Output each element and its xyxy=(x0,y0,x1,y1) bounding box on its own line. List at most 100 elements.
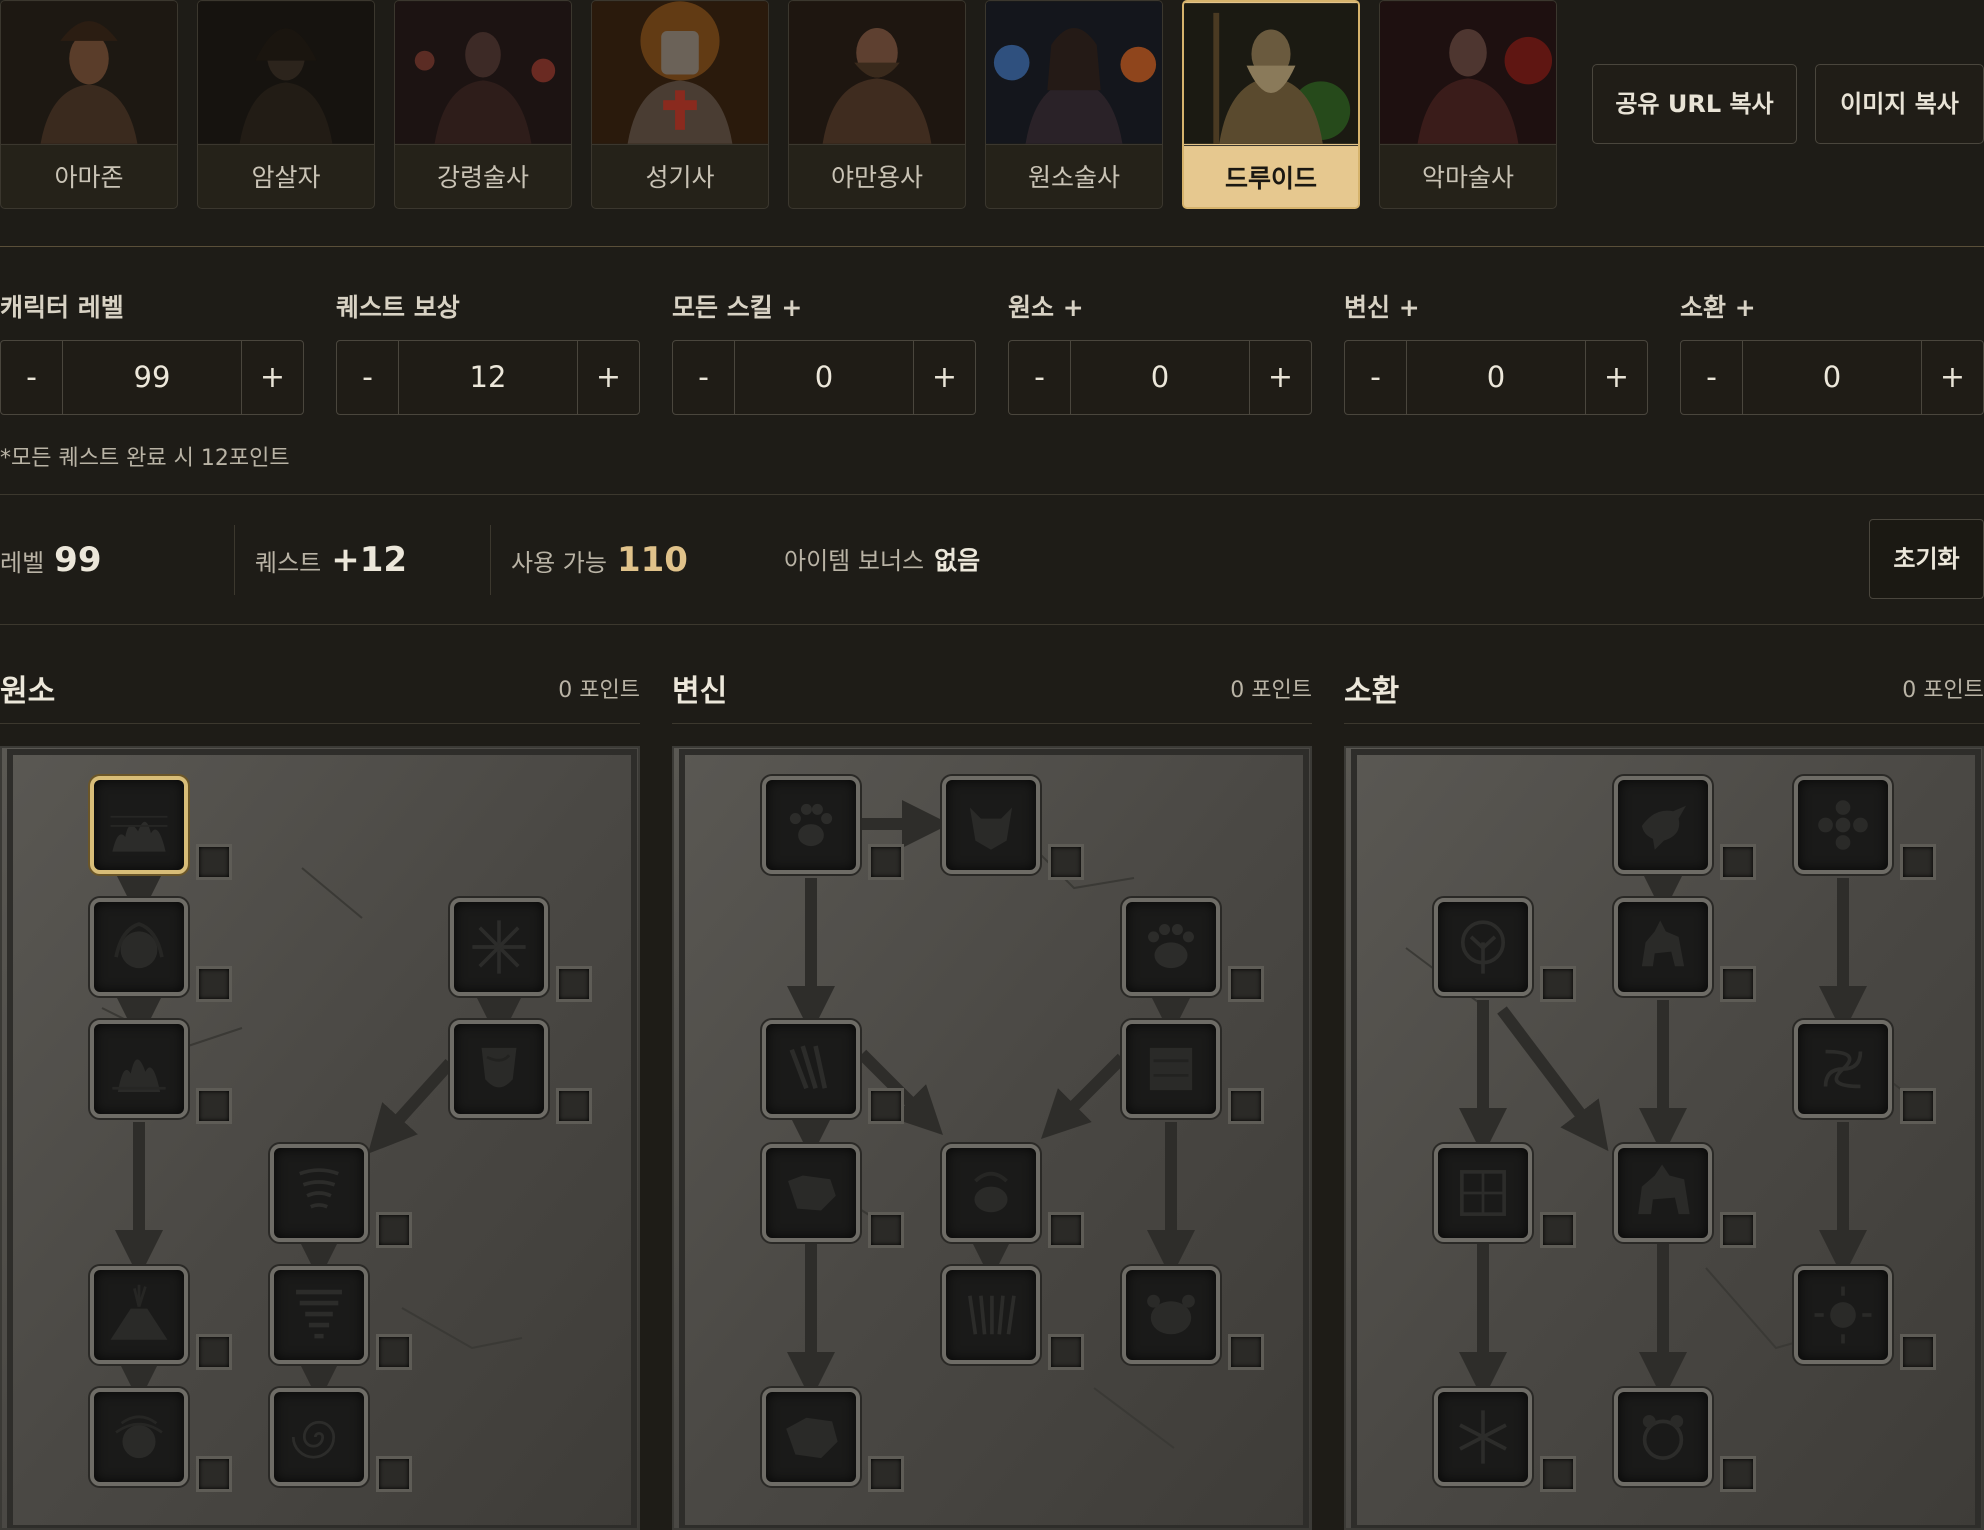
increment-button[interactable]: + xyxy=(1249,341,1311,414)
all-skills-input[interactable] xyxy=(735,341,913,414)
armageddon-skill[interactable] xyxy=(90,1388,188,1486)
all-skills-stepper: - + xyxy=(672,340,976,415)
shapeshift-bonus-input[interactable] xyxy=(1407,341,1585,414)
shock-wave-skill[interactable] xyxy=(1122,1266,1220,1364)
class-tab-druid[interactable]: 드루이드 xyxy=(1182,0,1360,209)
oak-sage-skill[interactable] xyxy=(1434,898,1532,996)
available-points-summary: 사용 가능 110 xyxy=(511,538,688,583)
feral-rage-skill[interactable] xyxy=(762,1020,860,1118)
skill-points-box xyxy=(1048,1334,1084,1370)
quest-reward-input[interactable] xyxy=(399,341,577,414)
skill-points-box xyxy=(1720,1456,1756,1492)
character-level-input[interactable] xyxy=(63,341,241,414)
twister-skill[interactable] xyxy=(270,1144,368,1242)
fury-skill[interactable] xyxy=(762,1388,860,1486)
quest-summary-value: +12 xyxy=(331,540,408,580)
fissure-skill[interactable] xyxy=(90,1020,188,1118)
class-tab-assassin[interactable]: 암살자 xyxy=(197,0,375,209)
class-tab-amazon[interactable]: 아마존 xyxy=(0,0,178,209)
lycanthropy-skill[interactable] xyxy=(942,776,1040,874)
fireball-icon xyxy=(114,922,164,969)
increment-button[interactable]: + xyxy=(577,341,639,414)
molten-boulder-skill[interactable] xyxy=(90,898,188,996)
class-label: 아마존 xyxy=(54,163,124,192)
firestorm-skill[interactable] xyxy=(90,776,188,874)
tornado-skill[interactable] xyxy=(270,1266,368,1364)
tree-points: 0 포인트 xyxy=(558,678,640,703)
class-label: 악마술사 xyxy=(1421,163,1514,192)
raven-skill[interactable] xyxy=(1614,776,1712,874)
decrement-button[interactable]: - xyxy=(337,341,399,414)
raven-icon xyxy=(1641,805,1686,850)
increment-button[interactable]: + xyxy=(241,341,303,414)
class-tab-barbarian[interactable]: 야만용사 xyxy=(788,0,966,209)
class-label: 성기사 xyxy=(645,163,715,192)
decrement-button[interactable]: - xyxy=(1345,341,1407,414)
volcano-skill[interactable] xyxy=(90,1266,188,1364)
paw-icon xyxy=(789,803,833,847)
copy-image-button[interactable]: 이미지 복사 xyxy=(1815,64,1984,144)
werewolf-skill[interactable] xyxy=(762,776,860,874)
wolf-fury-icon xyxy=(786,1417,838,1459)
rabies-skill[interactable] xyxy=(762,1144,860,1242)
shapeshift-bonus-label: 변신 + xyxy=(1344,293,1420,322)
werebear-skill[interactable] xyxy=(1122,898,1220,996)
skill-points-box xyxy=(376,1334,412,1370)
vine-knot-icon xyxy=(1823,1049,1863,1089)
decrement-button[interactable]: - xyxy=(1,341,63,414)
elemental-bonus-input[interactable] xyxy=(1071,341,1249,414)
barbarian-portrait-icon xyxy=(789,1,965,145)
reset-button[interactable]: 초기화 xyxy=(1869,519,1984,599)
quest-reward-stepper: - + xyxy=(336,340,640,415)
spirit-of-barbs-skill[interactable] xyxy=(1434,1388,1532,1486)
skill-points-box xyxy=(196,1088,232,1124)
skill-points-box xyxy=(1540,1456,1576,1492)
bear-paw-icon xyxy=(1148,924,1194,969)
poison-creeper-skill[interactable] xyxy=(1794,776,1892,874)
quest-summary-label: 퀘스트 xyxy=(255,549,322,577)
wolf-head-icon xyxy=(969,807,1013,850)
summoning-bonus-stepper: - + xyxy=(1680,340,1984,415)
carrion-vine-skill[interactable] xyxy=(1794,1020,1892,1118)
increment-button[interactable]: + xyxy=(1585,341,1647,414)
cyclone-armor-skill[interactable] xyxy=(450,1020,548,1118)
skill-points-box xyxy=(868,1212,904,1248)
solar-creeper-skill[interactable] xyxy=(1794,1266,1892,1364)
grizzly-icon xyxy=(1642,1414,1684,1460)
heart-of-wolverine-skill[interactable] xyxy=(1434,1144,1532,1242)
skill-points-box xyxy=(196,1456,232,1492)
decrement-button[interactable]: - xyxy=(1009,341,1071,414)
decrement-button[interactable]: - xyxy=(1681,341,1743,414)
elemental-bonus-stepper: - + xyxy=(1008,340,1312,415)
fire-claws-skill[interactable] xyxy=(942,1144,1040,1242)
level-summary-label: 레벨 xyxy=(0,549,45,577)
class-tab-paladin[interactable]: 성기사 xyxy=(591,0,769,209)
amazon-portrait-icon xyxy=(1,1,177,145)
summon-spirit-wolf-skill[interactable] xyxy=(1614,898,1712,996)
summon-grizzly-skill[interactable] xyxy=(1614,1388,1712,1486)
hurricane-skill[interactable] xyxy=(270,1388,368,1486)
skill-points-box xyxy=(376,1212,412,1248)
quest-reward-label: 퀘스트 보상 xyxy=(336,293,460,322)
arctic-blast-skill[interactable] xyxy=(450,898,548,996)
tree-title: 원소 xyxy=(0,674,56,709)
copy-share-url-button[interactable]: 공유 URL 복사 xyxy=(1592,64,1797,144)
class-tab-sorceress[interactable]: 원소술사 xyxy=(985,0,1163,209)
summary-separator xyxy=(490,525,491,595)
hunger-skill[interactable] xyxy=(942,1266,1040,1364)
summon-dire-wolf-skill[interactable] xyxy=(1614,1144,1712,1242)
decrement-button[interactable]: - xyxy=(673,341,735,414)
increment-button[interactable]: + xyxy=(913,341,975,414)
class-tab-necromancer[interactable]: 강령술사 xyxy=(394,0,572,209)
skill-points-box xyxy=(1720,844,1756,880)
available-points-label: 사용 가능 xyxy=(511,549,607,577)
summoning-bonus-input[interactable] xyxy=(1743,341,1921,414)
divider xyxy=(0,494,1984,495)
maul-skill[interactable] xyxy=(1122,1020,1220,1118)
tree-title: 소환 xyxy=(1344,674,1400,709)
skill-points-box xyxy=(196,844,232,880)
skill-points-box xyxy=(868,1456,904,1492)
skill-points-box xyxy=(1048,844,1084,880)
increment-button[interactable]: + xyxy=(1921,341,1983,414)
class-tab-warlock[interactable]: 악마술사 xyxy=(1379,0,1557,209)
